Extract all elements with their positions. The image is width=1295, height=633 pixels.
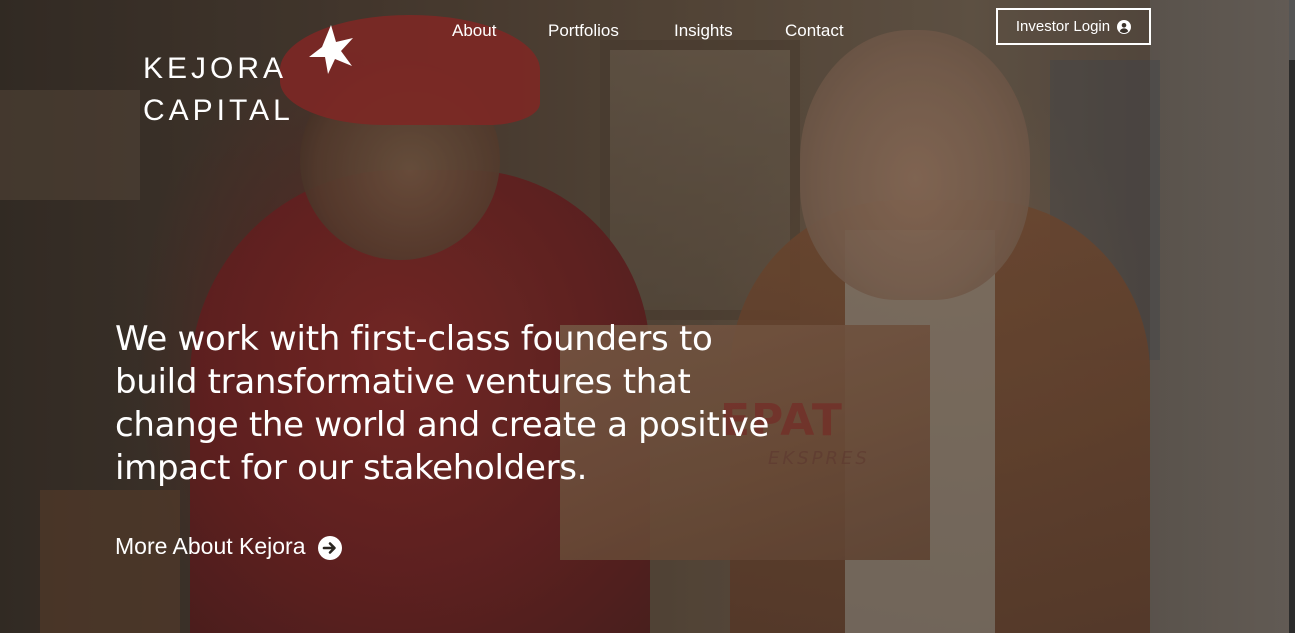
logo-text-line2: CAPITAL [143,94,294,127]
arrow-circle-right-icon [317,536,342,560]
logo-text-line1: KEJORA [143,52,288,85]
more-about-label: More About Kejora [115,533,306,559]
investor-login-button[interactable]: Investor Login [996,8,1151,45]
nav-item-contact[interactable]: Contact [785,19,844,43]
more-about-link[interactable]: More About Kejora [115,533,342,560]
scrollbar-thumb[interactable] [1289,0,1295,60]
page-scrollbar[interactable] [1289,0,1295,633]
nav-item-portfolios[interactable]: Portfolios [548,19,619,43]
nav-item-insights[interactable]: Insights [674,19,733,43]
nav-item-about[interactable]: About [452,19,496,43]
brand-logo[interactable]: KEJORA CAPITAL [140,24,370,134]
star-icon [309,25,353,74]
user-circle-icon [1117,19,1132,34]
investor-login-label: Investor Login [1015,18,1111,35]
hero-headline: We work with first-class founders to bui… [115,319,770,488]
